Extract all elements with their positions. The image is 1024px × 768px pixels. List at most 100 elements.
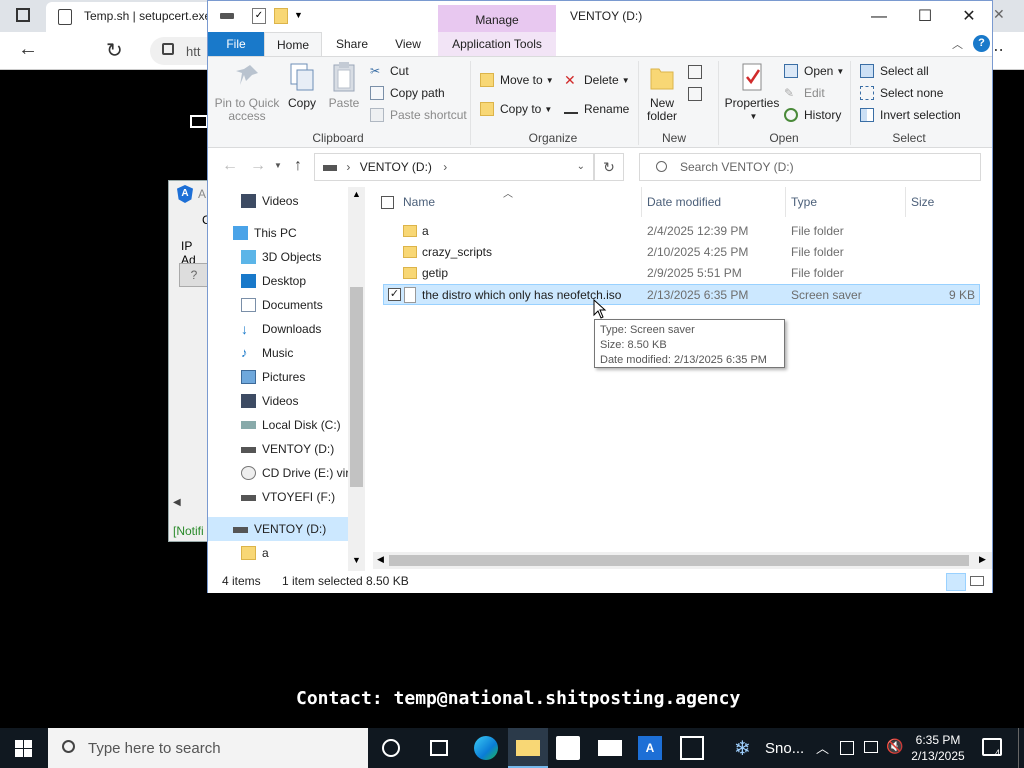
address-path[interactable]: › VENTOY (D:) › ⌄ [314, 153, 594, 181]
path-dropdown-icon[interactable]: ⌄ [577, 161, 585, 172]
history-button[interactable]: History [784, 106, 841, 124]
tab-view[interactable]: View [382, 32, 434, 56]
file-row[interactable]: a 2/4/2025 12:39 PM File folder [383, 221, 980, 242]
horizontal-scrollbar[interactable]: ◀ ▶ [373, 552, 992, 569]
large-icons-view-icon[interactable] [970, 576, 984, 586]
nav-item-vtoyefi[interactable]: VTOYEFI (F:) [208, 485, 348, 509]
edge-icon[interactable] [474, 736, 498, 760]
paste-shortcut-button[interactable]: Paste shortcut [370, 106, 467, 124]
mail-icon[interactable] [598, 740, 622, 756]
details-view-icon[interactable] [946, 573, 966, 591]
qat-dropdown-icon[interactable]: ▼ [294, 10, 303, 20]
weather-icon[interactable]: ❄ [734, 736, 751, 761]
edit-button[interactable]: ✎ Edit [784, 84, 825, 102]
nav-item-local-disk[interactable]: Local Disk (C:) [208, 413, 348, 437]
nav-item-pictures[interactable]: Pictures [208, 365, 348, 389]
row-checkbox[interactable]: ✓ [388, 288, 401, 301]
column-header-name[interactable]: Name [403, 195, 435, 209]
tab-actions-icon[interactable] [16, 8, 30, 22]
nav-scrollbar[interactable]: ▲ ▼ [348, 187, 365, 571]
nav-item-ventoy[interactable]: VENTOY (D:) [208, 437, 348, 461]
paste-button[interactable]: Paste [324, 61, 364, 110]
search-input[interactable]: Search VENTOY (D:) [639, 153, 981, 181]
volume-muted-icon[interactable]: 🔇 [886, 738, 903, 755]
scroll-up-icon[interactable]: ▲ [352, 189, 361, 199]
open-button[interactable]: Open ▼ [784, 62, 844, 80]
copy-button[interactable]: Copy [284, 61, 320, 110]
horizontal-scroll-thumb[interactable] [389, 555, 969, 566]
browser-close-icon[interactable]: ✕ [993, 6, 1005, 23]
file-row[interactable]: crazy_scripts 2/10/2025 4:25 PM File fol… [383, 242, 980, 263]
back-icon[interactable]: ← [18, 38, 38, 61]
scroll-right-icon[interactable]: ▶ [979, 554, 986, 565]
properties-check-icon[interactable]: ✓ [252, 8, 266, 24]
tab-share[interactable]: Share [326, 32, 378, 56]
maximize-button[interactable]: ☐ [902, 5, 948, 29]
store-icon[interactable] [556, 736, 580, 760]
path-chevron-icon[interactable]: › [443, 160, 447, 174]
file-explorer-icon[interactable] [508, 728, 548, 768]
nav-item-videos-2[interactable]: Videos [208, 389, 348, 413]
nav-scroll-thumb[interactable] [350, 287, 363, 487]
easy-access-icon[interactable] [688, 87, 702, 101]
recent-locations-icon[interactable]: ▼ [274, 161, 282, 170]
weather-text[interactable]: Sno... [765, 740, 804, 757]
forward-arrow-icon[interactable]: → [250, 157, 266, 175]
select-all-checkbox[interactable] [381, 196, 394, 209]
refresh-icon[interactable]: ↻ [106, 38, 123, 63]
show-desktop-button[interactable] [1018, 728, 1019, 768]
rename-button[interactable]: Rename [564, 100, 629, 118]
tray-chevron-icon[interactable]: ︿ [816, 738, 829, 757]
scroll-down-icon[interactable]: ▼ [352, 555, 361, 565]
pin-to-quick-access-button[interactable]: Pin to Quick access [214, 61, 280, 123]
app-window-icon[interactable] [680, 736, 704, 760]
file-row[interactable]: getip 2/9/2025 5:51 PM File folder [383, 263, 980, 284]
network-icon[interactable] [864, 741, 878, 753]
notification-icon[interactable]: 4 [982, 738, 1002, 758]
new-item-icon[interactable] [688, 65, 702, 79]
file-row-selected[interactable]: ✓ the distro which only has neofetch.iso… [383, 284, 980, 305]
tab-application-tools[interactable]: Application Tools [438, 32, 556, 56]
nav-item-ventoy-expanded[interactable]: VENTOY (D:) [208, 517, 348, 541]
select-all-button[interactable]: Select all [860, 62, 929, 80]
tab-home[interactable]: Home [264, 32, 322, 56]
help-button[interactable]: ? [179, 263, 209, 287]
nav-item-videos[interactable]: Videos [208, 189, 348, 213]
nav-item-downloads[interactable]: ↓ Downloads [208, 317, 348, 341]
column-separator[interactable] [641, 187, 642, 217]
task-view-icon[interactable] [430, 740, 448, 756]
column-separator[interactable] [785, 187, 786, 217]
up-arrow-icon[interactable]: ↑ [294, 157, 302, 175]
bg-dialog-scroll-left-icon[interactable]: ◀ [173, 497, 181, 508]
app-a-icon[interactable]: A [638, 736, 662, 760]
collapse-ribbon-icon[interactable]: ︿ [952, 36, 963, 52]
manage-tab[interactable]: Manage [438, 5, 556, 33]
properties-button[interactable]: Properties ▼ [722, 61, 782, 123]
refresh-button[interactable]: ↻ [594, 153, 624, 181]
back-arrow-icon[interactable]: ← [222, 157, 238, 175]
help-icon[interactable]: ? [973, 35, 990, 52]
nav-item-this-pc[interactable]: This PC [208, 221, 348, 245]
clock[interactable]: 6:35 PM 2/13/2025 [906, 732, 970, 764]
nav-item-music[interactable]: ♪ Music [208, 341, 348, 365]
scroll-left-icon[interactable]: ◀ [377, 554, 384, 565]
copy-to-button[interactable]: Copy to ▼ [480, 100, 552, 118]
move-to-button[interactable]: Move to ▼ [480, 71, 554, 89]
tab-file[interactable]: File [208, 32, 264, 56]
column-header-date[interactable]: Date modified [647, 195, 721, 209]
cut-button[interactable]: ✂ Cut [370, 62, 409, 80]
new-folder-button[interactable]: New folder [642, 61, 682, 123]
select-none-button[interactable]: Select none [860, 84, 943, 102]
delete-button[interactable]: ✕ Delete ▼ [564, 71, 630, 89]
nav-item-folder-a[interactable]: a [208, 541, 348, 565]
new-folder-qat-icon[interactable] [274, 8, 288, 24]
nav-item-documents[interactable]: Documents [208, 293, 348, 317]
column-separator[interactable] [905, 187, 906, 217]
tray-app-icon[interactable] [840, 741, 854, 755]
minimize-button[interactable]: — [856, 5, 902, 29]
nav-item-cd-drive[interactable]: CD Drive (E:) virt [208, 461, 348, 485]
nav-item-desktop[interactable]: Desktop [208, 269, 348, 293]
copy-path-button[interactable]: Copy path [370, 84, 445, 102]
invert-selection-button[interactable]: Invert selection [860, 106, 961, 124]
taskbar-search-input[interactable]: Type here to search [48, 728, 368, 768]
